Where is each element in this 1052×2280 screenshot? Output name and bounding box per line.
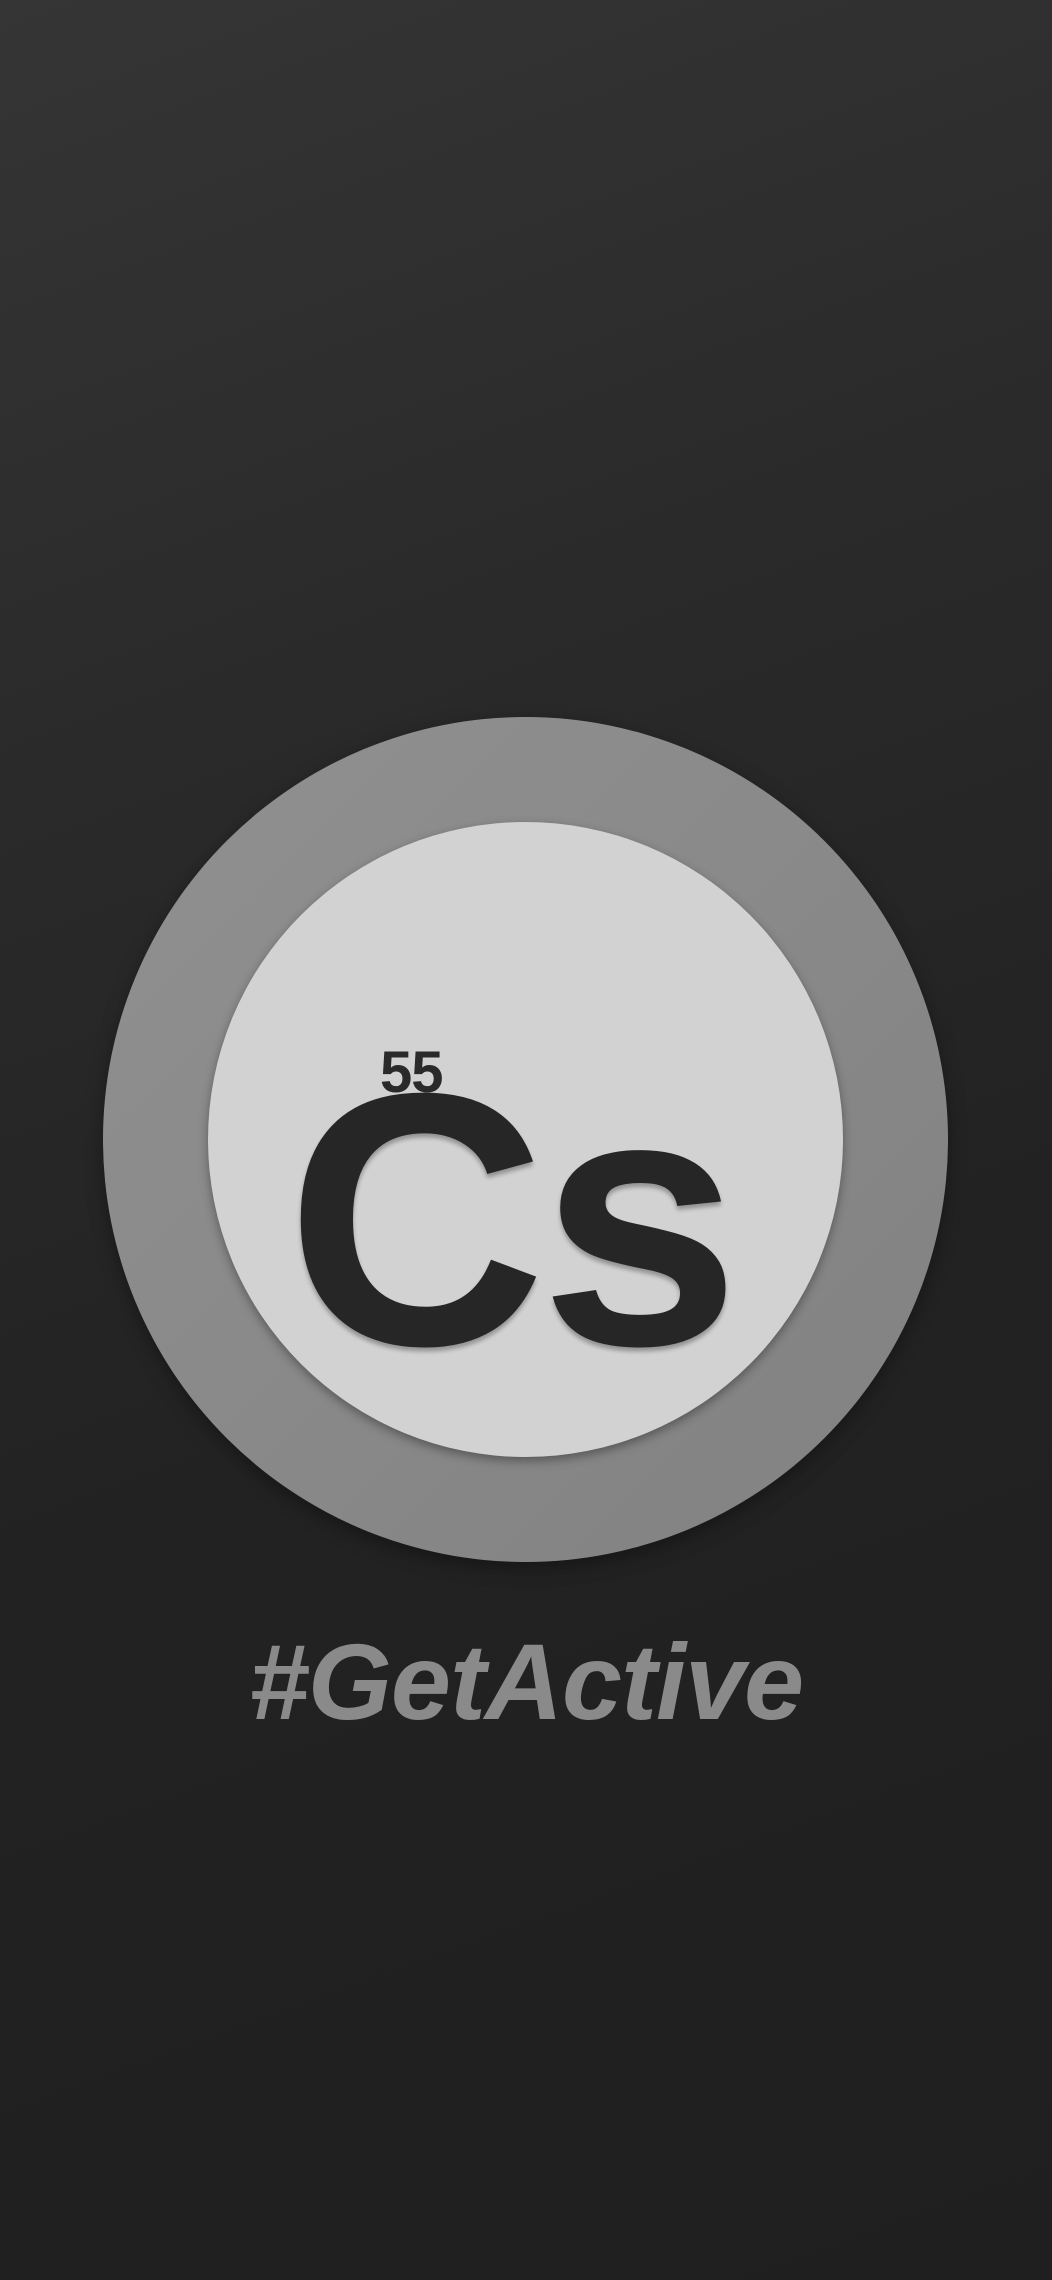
element-symbol: Cs bbox=[286, 1019, 740, 1421]
tagline: #GetActive bbox=[248, 1621, 804, 1742]
logo-inner-disc: 55 Cs bbox=[208, 822, 843, 1457]
logo-outer-ring: 55 Cs bbox=[103, 717, 948, 1562]
wallpaper-screen: 55 Cs #GetActive bbox=[0, 0, 1052, 2280]
